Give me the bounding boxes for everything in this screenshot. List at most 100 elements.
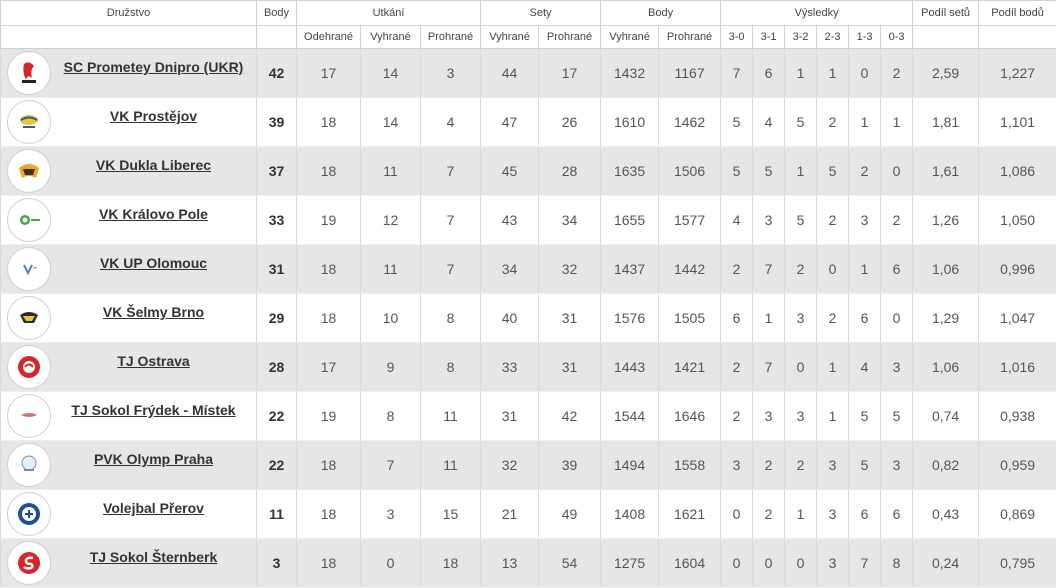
team-cell: TJ Ostrava — [1, 343, 257, 392]
header-result-1-3[interactable]: 1-3 — [849, 26, 881, 49]
header-team[interactable]: Družstvo — [1, 1, 257, 26]
team-link[interactable]: Volejbal Přerov — [51, 500, 256, 516]
header-point-ratio[interactable]: Podíl bodů — [979, 1, 1056, 26]
result-3-0-cell: 0 — [721, 490, 753, 539]
header-result-3-2[interactable]: 3-2 — [785, 26, 817, 49]
table-row: VK Královo Pole3319127433416551577435232… — [1, 196, 1056, 245]
sets-lost-cell: 31 — [539, 294, 601, 343]
team-cell: VK Šelmy Brno — [1, 294, 257, 343]
header-points-lost[interactable]: Prohrané — [659, 26, 721, 49]
table-row: TJ Sokol Šternberk3180181354127516040003… — [1, 539, 1056, 588]
point-ratio-cell: 1,016 — [979, 343, 1056, 392]
header-sets-won[interactable]: Vyhrané — [481, 26, 539, 49]
team-link[interactable]: VK Šelmy Brno — [51, 304, 256, 320]
sets-lost-cell: 34 — [539, 196, 601, 245]
header-points[interactable]: Body — [257, 1, 297, 26]
played-cell: 18 — [297, 147, 361, 196]
played-cell: 18 — [297, 245, 361, 294]
result-3-0-cell: 2 — [721, 245, 753, 294]
team-link[interactable]: TJ Sokol Frýdek - Místek — [51, 402, 256, 418]
header-blank — [1, 26, 257, 49]
header-blank — [257, 26, 297, 49]
points-cell: 42 — [257, 49, 297, 98]
header-won[interactable]: Vyhrané — [361, 26, 421, 49]
result-3-2-cell: 1 — [785, 147, 817, 196]
team-link[interactable]: TJ Ostrava — [51, 353, 256, 369]
played-cell: 18 — [297, 441, 361, 490]
lost-cell: 7 — [421, 245, 481, 294]
team-link[interactable]: VK Královo Pole — [51, 206, 256, 222]
sets-lost-cell: 17 — [539, 49, 601, 98]
points-lost-cell: 1462 — [659, 98, 721, 147]
lost-cell: 8 — [421, 343, 481, 392]
team-link[interactable]: VK Prostějov — [51, 108, 256, 124]
points-cell: 22 — [257, 392, 297, 441]
header-sets-lost[interactable]: Prohrané — [539, 26, 601, 49]
team-link[interactable]: SC Prometey Dnipro (UKR) — [51, 59, 256, 75]
result-3-0-cell: 0 — [721, 539, 753, 588]
header-results: Výsledky — [721, 1, 913, 26]
lost-cell: 11 — [421, 441, 481, 490]
result-3-1-cell: 4 — [753, 98, 785, 147]
team-cell: PVK Olymp Praha — [1, 441, 257, 490]
played-cell: 18 — [297, 294, 361, 343]
set-ratio-cell: 0,74 — [913, 392, 979, 441]
header-points-won[interactable]: Vyhrané — [601, 26, 659, 49]
result-2-3-cell: 3 — [817, 441, 849, 490]
points-won-cell: 1408 — [601, 490, 659, 539]
team-link[interactable]: VK Dukla Liberec — [51, 157, 256, 173]
result-3-2-cell: 2 — [785, 245, 817, 294]
result-1-3-cell: 1 — [849, 98, 881, 147]
table-row: PVK Olymp Praha2218711323914941558322353… — [1, 441, 1056, 490]
lost-cell: 4 — [421, 98, 481, 147]
result-1-3-cell: 1 — [849, 245, 881, 294]
prometey-logo-icon — [7, 51, 51, 95]
olomouc-logo-icon — [7, 247, 51, 291]
header-played[interactable]: Odehrané — [297, 26, 361, 49]
team-link[interactable]: TJ Sokol Šternberk — [51, 549, 256, 565]
result-3-1-cell: 3 — [753, 392, 785, 441]
team-link[interactable]: PVK Olymp Praha — [51, 451, 256, 467]
points-lost-cell: 1442 — [659, 245, 721, 294]
result-3-2-cell: 3 — [785, 294, 817, 343]
header-result-2-3[interactable]: 2-3 — [817, 26, 849, 49]
point-ratio-cell: 1,050 — [979, 196, 1056, 245]
result-1-3-cell: 7 — [849, 539, 881, 588]
played-cell: 18 — [297, 490, 361, 539]
result-1-3-cell: 5 — [849, 441, 881, 490]
header-result-3-0[interactable]: 3-0 — [721, 26, 753, 49]
sets-won-cell: 32 — [481, 441, 539, 490]
points-cell: 33 — [257, 196, 297, 245]
won-cell: 10 — [361, 294, 421, 343]
team-link[interactable]: VK UP Olomouc — [51, 255, 256, 271]
table-row: VK Šelmy Brno29181084031157615056132601,… — [1, 294, 1056, 343]
team-cell: VK Prostějov — [1, 98, 257, 147]
won-cell: 9 — [361, 343, 421, 392]
set-ratio-cell: 0,43 — [913, 490, 979, 539]
lost-cell: 18 — [421, 539, 481, 588]
result-0-3-cell: 5 — [881, 392, 913, 441]
result-2-3-cell: 1 — [817, 49, 849, 98]
team-cell: VK Dukla Liberec — [1, 147, 257, 196]
result-3-1-cell: 3 — [753, 196, 785, 245]
result-3-0-cell: 7 — [721, 49, 753, 98]
points-won-cell: 1437 — [601, 245, 659, 294]
result-1-3-cell: 5 — [849, 392, 881, 441]
points-won-cell: 1610 — [601, 98, 659, 147]
header-set-ratio[interactable]: Podíl setů — [913, 1, 979, 26]
header-lost[interactable]: Prohrané — [421, 26, 481, 49]
points-won-cell: 1432 — [601, 49, 659, 98]
result-3-2-cell: 2 — [785, 441, 817, 490]
set-ratio-cell: 0,24 — [913, 539, 979, 588]
header-result-0-3[interactable]: 0-3 — [881, 26, 913, 49]
result-3-0-cell: 2 — [721, 343, 753, 392]
result-1-3-cell: 0 — [849, 49, 881, 98]
points-cell: 39 — [257, 98, 297, 147]
sets-won-cell: 21 — [481, 490, 539, 539]
header-result-3-1[interactable]: 3-1 — [753, 26, 785, 49]
won-cell: 12 — [361, 196, 421, 245]
result-3-1-cell: 7 — [753, 343, 785, 392]
set-ratio-cell: 1,61 — [913, 147, 979, 196]
sets-won-cell: 47 — [481, 98, 539, 147]
result-3-2-cell: 1 — [785, 49, 817, 98]
